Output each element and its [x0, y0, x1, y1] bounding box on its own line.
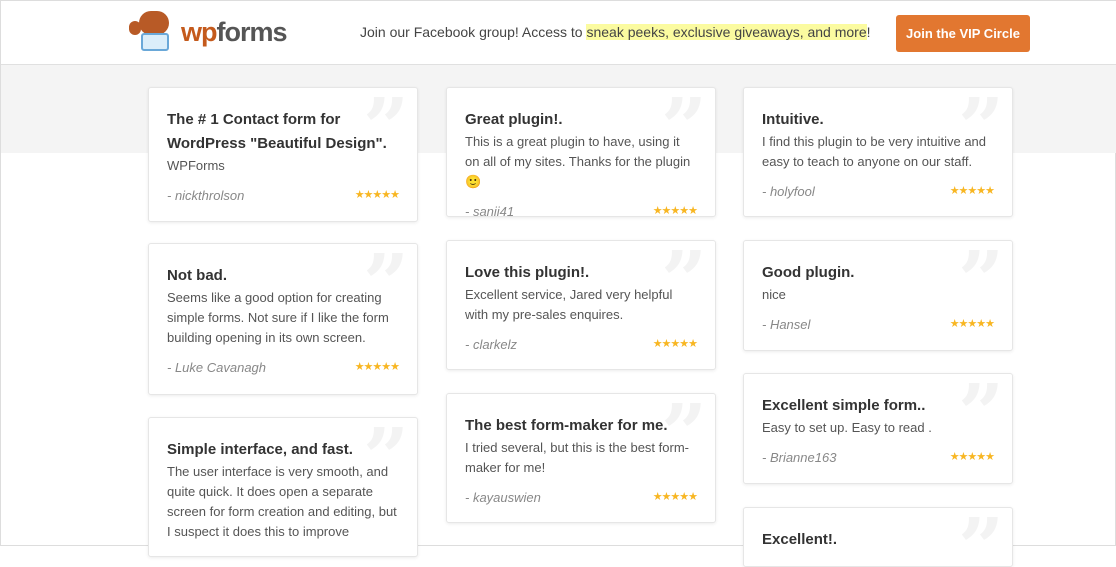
review-title: The best form-maker for me.	[465, 417, 668, 434]
review-text: Excellent service, Jared very helpful wi…	[465, 287, 673, 322]
review-card: ” Not bad. Seems like a good option for c…	[148, 243, 418, 395]
review-card: ” Intuitive. I find this plugin to be ver…	[743, 87, 1013, 217]
wpforms-logo[interactable]: wpforms	[129, 11, 288, 53]
star-rating: ★★★★★	[354, 361, 400, 373]
review-text: nice	[762, 287, 786, 302]
star-rating: ★★★★★	[652, 491, 698, 503]
review-author: - clarkelz	[465, 337, 518, 352]
promo-text: Join our Facebook group! Access to sneak…	[360, 24, 871, 40]
logo-text-forms: forms	[216, 16, 288, 47]
review-text: I tried several, but this is the best fo…	[465, 440, 689, 475]
review-author: - Luke Cavanagh	[167, 360, 267, 375]
review-card: ” The best form-maker for me. I tried sev…	[446, 393, 716, 523]
review-card: ” Excellent!.	[743, 507, 1013, 567]
bear-mascot-icon	[129, 11, 177, 53]
star-rating: ★★★★★	[652, 205, 698, 217]
promo-highlight: sneak peeks, exclusive giveaways, and mo…	[586, 24, 867, 40]
review-author: - sanji41	[465, 204, 515, 217]
review-card: ” Love this plugin!. Excellent service, J…	[446, 240, 716, 370]
review-card: ” Simple interface, and fast. The user in…	[148, 417, 418, 557]
review-author: - Brianne163	[762, 450, 837, 465]
promo-suffix: !	[866, 24, 871, 40]
star-rating: ★★★★★	[652, 338, 698, 350]
promo-prefix: Join our Facebook group! Access to	[360, 24, 587, 40]
review-title: Great plugin!.	[465, 111, 563, 128]
star-rating: ★★★★★	[354, 189, 400, 201]
review-author: - nickthrolson	[167, 188, 245, 203]
review-title: Excellent simple form..	[762, 397, 926, 414]
review-text: WPForms	[167, 158, 225, 173]
review-card: ” Excellent simple form.. Easy to set up.…	[743, 373, 1013, 484]
review-text: I find this plugin to be very intuitive …	[762, 134, 987, 169]
review-title: Good plugin.	[762, 264, 855, 281]
review-author: - holyfool	[762, 184, 815, 199]
review-author: - kayauswien	[465, 490, 541, 505]
review-title: Love this plugin!.	[465, 264, 590, 281]
review-title: Simple interface, and fast.	[167, 441, 353, 458]
review-text: Easy to set up. Easy to read .	[762, 420, 932, 435]
review-author: - Hansel	[762, 317, 811, 332]
star-rating: ★★★★★	[949, 185, 995, 197]
logo-text-wp: wp	[181, 16, 217, 47]
star-rating: ★★★★★	[949, 318, 995, 330]
review-text: The user interface is very smooth, and q…	[167, 464, 397, 539]
review-text: Seems like a good option for creating si…	[167, 290, 389, 345]
review-card: ” Great plugin!. This is a great plugin t…	[446, 87, 716, 217]
star-rating: ★★★★★	[949, 451, 995, 463]
review-title: Excellent!.	[762, 531, 838, 548]
review-title: The # 1 Contact form for WordPress "Beau…	[167, 111, 387, 152]
review-card: ” Good plugin. nice - Hansel ★★★★★	[743, 240, 1013, 351]
join-vip-circle-button[interactable]: Join the VIP Circle	[896, 15, 1030, 52]
top-bar: wpforms Join our Facebook group! Access …	[1, 1, 1116, 65]
review-text: This is a great plugin to have, using it…	[465, 134, 691, 189]
review-card: ” The # 1 Contact form for WordPress "Be…	[148, 87, 418, 222]
review-title: Not bad.	[167, 267, 227, 284]
review-title: Intuitive.	[762, 111, 824, 128]
